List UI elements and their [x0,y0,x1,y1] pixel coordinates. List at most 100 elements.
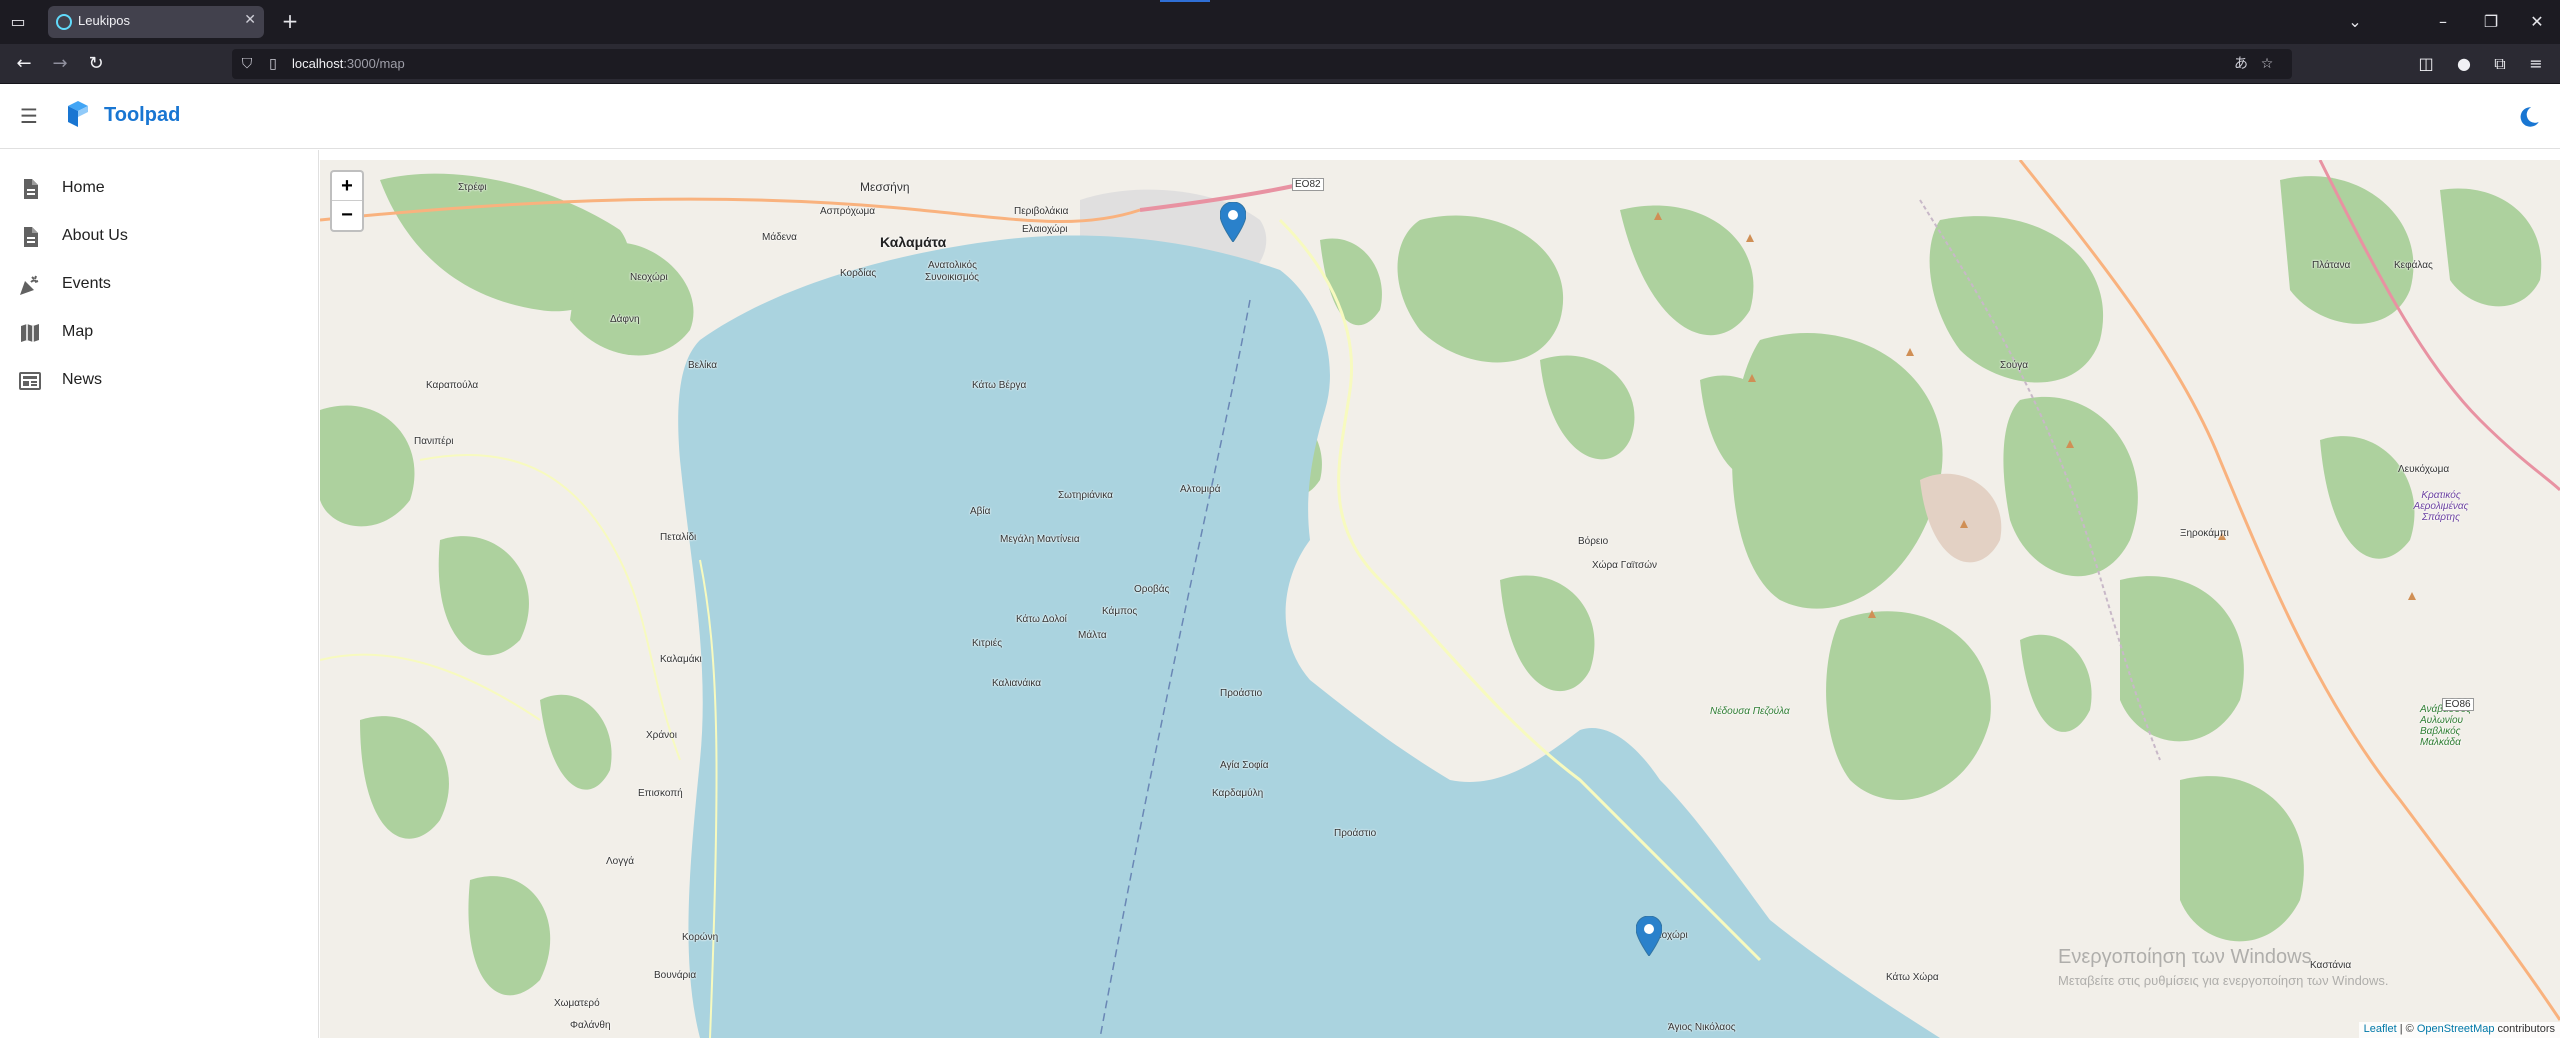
sidebar-item-about-us[interactable]: About Us [0,213,318,261]
map-label: Φαλάνθη [570,1020,611,1031]
translate-icon[interactable]: あ [2232,55,2250,73]
map-icon [21,324,39,342]
map-label: Χώρα Γαϊτσών [1592,560,1658,571]
zoom-in-button[interactable]: + [332,172,362,201]
minimize-window-button[interactable]: – [2428,8,2458,36]
map-label: Κάτω Δολοί [1016,614,1067,625]
url-path: :3000/map [343,56,405,71]
map-label: Καραπούλα [426,380,479,391]
description-icon [24,227,38,247]
extensions-icon[interactable]: ⧉ [2488,52,2512,76]
tab-bar-accent [1160,0,1210,2]
reload-icon[interactable]: ↻ [84,52,108,76]
brand-title[interactable]: Toolpad [104,104,180,127]
hamburger-menu-icon[interactable]: ≡ [2524,52,2548,76]
map-label: Συνοικισμός [925,272,979,283]
map-label: Μάλτα [1078,630,1107,641]
road-shield: ΕΟ86 [2442,698,2474,711]
sidebar-item-home[interactable]: Home [0,165,318,213]
map-label: Λευκόχωμα [2398,464,2450,475]
shield-icon[interactable]: ⛉ [238,55,256,73]
sidebar-item-map[interactable]: Map [0,309,318,357]
account-icon[interactable]: ● [2452,52,2476,76]
sidebar-item-label: News [62,371,103,388]
restore-window-button[interactable]: ❐ [2476,8,2506,36]
map-label: Κεφάλας [2394,260,2433,271]
map-label: Βουνάρια [654,970,697,981]
map-label: Οροβάς [1134,584,1170,595]
sidebar-item-label: Home [62,179,105,196]
watermark-line-1: Ενεργοποίηση των Windows [2058,946,2312,968]
map-label: Πεταλίδι [660,532,697,543]
app-header: ☰ Toolpad [0,84,2560,149]
map-label: Δάφνη [610,314,640,325]
description-icon [24,179,38,199]
leaflet-link[interactable]: Leaflet [2364,1023,2397,1035]
map-label: Ξηροκάμπι [2180,528,2229,539]
back-arrow-icon[interactable]: ← [12,52,36,76]
tab-title: Leukipos [78,13,131,28]
map-label: Μεγάλη Μαντίνεια [1000,534,1080,545]
pocket-icon[interactable]: ◫ [2414,52,2438,76]
tab-list-icon[interactable]: ▭ [8,12,28,32]
map-label: Κορδίας [840,268,877,279]
road-shield: ΕΟ82 [1292,178,1324,191]
map-label: Κορώνη [682,932,719,943]
map-label: Καλιανάικα [992,678,1041,689]
browser-nav-bar: ← → ↻ ⛉ ▯ localhost:3000/map あ ☆ ◫ ● ⧉ ≡ [0,44,2560,84]
new-tab-button[interactable]: + [278,10,302,34]
zoom-out-button[interactable]: − [332,201,362,230]
map-label: Αβία [970,506,991,517]
react-favicon-icon [56,14,72,30]
map-label: Αγία Σοφία [1220,760,1269,771]
map-label: Αλτομιρά [1180,484,1221,495]
map-label: Άγιος Νικόλαος [1668,1022,1736,1033]
map-label: Χράνοι [646,730,677,741]
dark-mode-moon-icon[interactable] [2516,104,2542,130]
address-bar[interactable]: ⛉ ▯ localhost:3000/map あ ☆ [232,49,2292,79]
map-label: Κάμπος [1102,606,1138,617]
map-label: Περιβολάκια [1014,206,1069,217]
url-host: localhost [292,56,344,71]
sidebar-item-events[interactable]: Events [0,261,318,309]
map-label: Πανιπέρι [414,436,454,447]
map-label: Κάτω Χώρα [1886,972,1939,983]
windows-activation-watermark: Ενεργοποίηση των Windows Μεταβείτε στις … [2058,946,2389,988]
zoom-control: + − [330,170,364,232]
map-label: Καλαμάτα [880,234,947,250]
collapse-menu-icon[interactable]: ☰ [16,104,42,130]
map-label: Βόρειο [1578,536,1609,547]
browser-tab-bar: ▭ Leukipos ✕ + ⌄ – ❐ ✕ [0,0,2560,44]
close-window-button[interactable]: ✕ [2522,8,2552,36]
map-label: Κάτω Βέργα [972,380,1027,391]
page-info-icon[interactable]: ▯ [264,55,282,73]
tab-overflow-chevron-icon[interactable]: ⌄ [2340,8,2370,36]
browser-tab[interactable]: Leukipos ✕ [48,6,264,38]
map-label: Μάδενα [762,232,797,243]
toolpad-logo-icon [68,101,88,127]
map-label: Βελίκα [688,360,718,371]
map-label: Ασπρόχωμα [820,206,876,217]
sidebar-item-news[interactable]: News [0,357,318,405]
watermark-line-2: Μεταβείτε στις ρυθμίσεις για ενεργοποίησ… [2058,973,2389,988]
map-label: Ελαιοχώρι [1022,224,1068,235]
sidebar-item-label: Map [62,323,94,340]
map-marker-icon[interactable] [1636,916,1662,956]
leaflet-map[interactable]: Καλαμάτα Μεσσήνη Κορδίας Ανατολικός Συνο… [320,160,2560,1038]
map-label: Καλαμάκι [660,654,702,665]
close-tab-icon[interactable]: ✕ [244,12,256,28]
forward-arrow-icon[interactable]: → [48,52,72,76]
map-label: Κιτριές [972,638,1003,649]
newspaper-icon [19,372,41,390]
osm-link[interactable]: OpenStreetMap [2417,1023,2495,1035]
map-marker-icon[interactable] [1220,202,1246,242]
map-label: Πλάτανα [2312,260,2351,271]
bookmark-star-icon[interactable]: ☆ [2258,55,2276,73]
map-tiles[interactable] [320,160,2560,1038]
sidebar-item-label: Events [62,275,111,292]
map-label: Λογγά [606,856,635,867]
url-text[interactable]: localhost:3000/map [292,56,405,71]
map-label: Σούγα [2000,360,2028,371]
map-attribution: Leaflet | © OpenStreetMap contributors [2358,1022,2560,1038]
celebration-icon [20,275,39,295]
